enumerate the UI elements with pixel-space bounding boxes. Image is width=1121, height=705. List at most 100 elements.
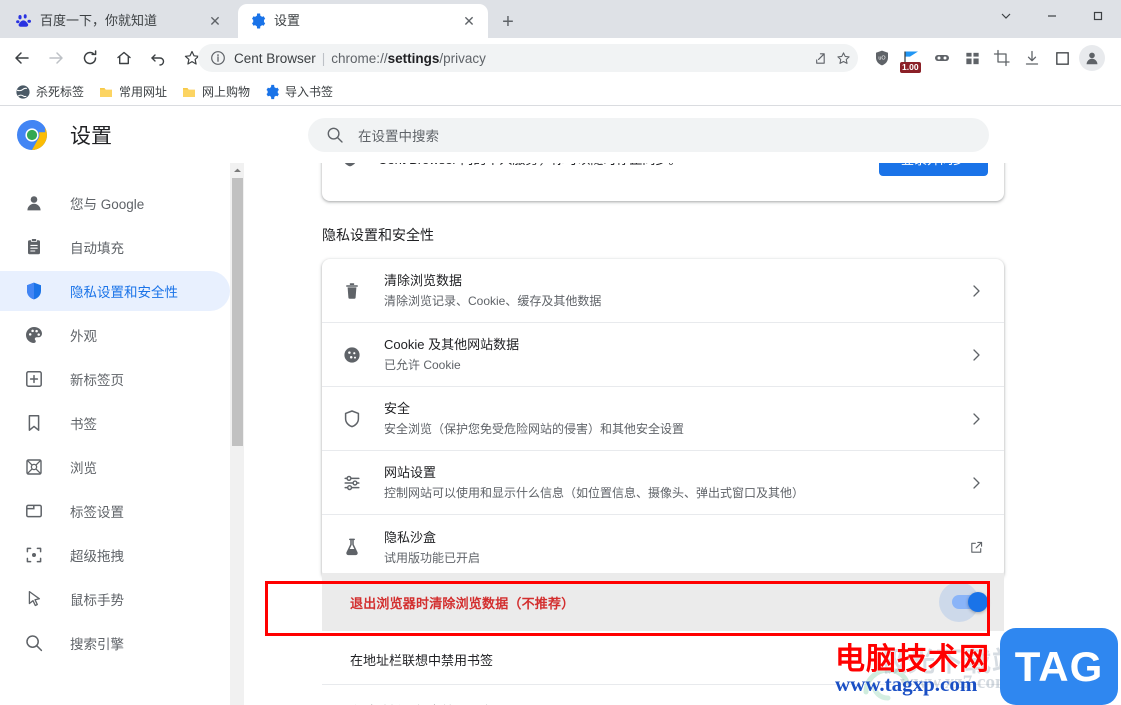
omnibox-brand: Cent Browser [234,50,316,66]
row-title: Cookie 及其他网站数据 [384,337,520,352]
row-subtitle: 清除浏览记录、Cookie、缓存及其他数据 [384,294,602,308]
window-controls [983,0,1121,38]
shield-icon [27,282,41,300]
row-subtitle: 试用版功能已开启 [384,550,481,565]
bookmark-label: 网上购物 [202,85,251,99]
clear-on-exit-toggle[interactable] [939,582,988,622]
browser-tab-settings[interactable]: 设置 ✕ [238,4,488,38]
row-text: 安全 安全浏览（保护您免受危险网站的侵害）和其他安全设置 [384,399,966,438]
bookmark-item-import[interactable]: 导入书签 [257,80,340,103]
undo-button[interactable] [144,44,172,72]
bookmark-folder-shopping[interactable]: 网上购物 [174,80,257,103]
mouse-cursor-icon [28,590,41,607]
row-title: 清除浏览数据 [384,273,463,288]
sidebar-item-appearance[interactable]: 外观 [0,315,230,355]
watermark-site-url: www.tagxp.com [835,672,978,696]
split-screen-icon[interactable] [1048,44,1076,72]
grid-icon[interactable] [958,44,986,72]
tab-close-icon[interactable]: ✕ [460,12,478,30]
shield-icon [344,163,356,167]
cookie-icon [344,346,360,363]
share-icon[interactable] [808,47,830,69]
sidebar-item-autofill[interactable]: 自动填充 [0,227,230,267]
sign-in-sync-button[interactable]: 登录并同步 [878,163,988,176]
avatar[interactable] [1079,45,1105,71]
profile-avatar[interactable] [1078,44,1106,72]
back-button[interactable] [8,44,36,72]
sidebar-item-new-tab-page[interactable]: 新标签页 [0,359,230,399]
omnibox-host: settings [387,50,440,66]
chrome-logo [17,120,47,150]
bookmark-item-kill-tab[interactable]: 杀死标签 [8,80,91,103]
reload-button[interactable] [76,44,104,72]
clipboard-icon [28,238,40,255]
bookmark-label: 导入书签 [285,85,334,99]
extension-badge: 1.00 [900,62,921,73]
bookmark-label: 常用网址 [119,85,168,99]
scrollbar-thumb[interactable] [232,178,243,446]
address-bar[interactable]: Cent Browser | chrome://settings/privacy [198,44,858,72]
new-tab-button[interactable]: + [495,9,521,35]
row-security[interactable]: 安全 安全浏览（保护您免受危险网站的侵害）和其他安全设置 [322,387,1004,451]
sidebar-item-label: 标签设置 [70,505,124,520]
baidu-icon [16,14,31,27]
browser-tab-baidu[interactable]: 百度一下，你就知道 ✕ [4,4,234,38]
glasses-icon[interactable] [928,44,956,72]
address-bar-text: Cent Browser | chrome://settings/privacy [234,51,486,66]
sidebar-item-browse[interactable]: 浏览 [0,447,230,487]
scroll-up-arrow-icon[interactable] [230,163,244,177]
search-placeholder: 在设置中搜索 [358,129,439,144]
maximize-icon[interactable] [1075,0,1121,32]
row-title: 在地址栏联想中禁用书签 [350,653,494,668]
new-tab-icon [26,371,42,387]
sidebar-item-tab-settings[interactable]: 标签设置 [0,491,230,531]
sidebar-item-super-drag[interactable]: 超级拖拽 [0,535,230,575]
row-privacy-sandbox[interactable]: 隐私沙盒 试用版功能已开启 [322,515,1004,579]
chevron-right-icon[interactable] [966,409,986,429]
chevron-right-icon[interactable] [966,345,986,365]
crop-icon[interactable] [988,44,1016,72]
sidebar-item-you-and-google[interactable]: 您与 Google [0,183,230,223]
download-icon[interactable] [1018,44,1046,72]
home-button[interactable] [110,44,138,72]
sidebar-item-bookmarks[interactable]: 书签 [0,403,230,443]
settings-content: Cent Browser 内的个人服务，你可以随时停止同步。 登录并同步 隐私设… [230,163,1121,705]
content-scrollbar[interactable] [230,163,244,705]
ublock-origin-icon[interactable]: uO [868,44,896,72]
sidebar-item-privacy-security[interactable]: 隐私设置和安全性 [0,271,230,311]
row-title: 在地址栏联想中禁用历史记录 [350,701,519,705]
settings-search-box[interactable]: 在设置中搜索 [308,118,989,152]
chevron-down-icon[interactable] [983,0,1029,32]
info-circle-icon[interactable] [210,50,226,66]
minimize-icon[interactable] [1029,0,1075,32]
sidebar-item-label: 搜索引擎 [70,637,124,652]
globe-icon [16,84,30,99]
settings-sidebar: 您与 Google 自动填充 隐私设置和安全性 外观 新标签页 书签 浏览 标签… [0,163,230,705]
sidebar-item-label: 鼠标手势 [70,593,124,608]
row-site-settings[interactable]: 网站设置 控制网站可以使用和显示什么信息（如位置信息、摄像头、弹出式窗口及其他） [322,451,1004,515]
toggle-knob [968,592,988,612]
forward-button[interactable] [42,44,70,72]
sidebar-item-mouse-gestures[interactable]: 鼠标手势 [0,579,230,619]
row-text: 隐私沙盒 试用版功能已开启 [384,528,966,567]
row-clear-browsing-data[interactable]: 清除浏览数据 清除浏览记录、Cookie、缓存及其他数据 [322,259,1004,323]
open-external-icon[interactable] [966,537,986,557]
folder-icon [183,87,196,97]
sync-card: Cent Browser 内的个人服务，你可以随时停止同步。 登录并同步 [322,163,1004,201]
chevron-right-icon[interactable] [966,473,986,493]
row-title: 安全 [384,401,411,416]
row-subtitle: 已允许 Cookie [384,358,461,372]
bookmark-label: 杀死标签 [36,85,85,99]
chevron-right-icon[interactable] [966,281,986,301]
row-text: Cookie 及其他网站数据 已允许 Cookie [384,335,966,374]
video-flag-icon[interactable]: 1.00 [898,44,926,73]
browse-icon [26,459,42,475]
bookmark-folder-common-sites[interactable]: 常用网址 [91,80,174,103]
sidebar-item-search-engine[interactable]: 搜索引擎 [0,623,230,663]
row-title: 隐私沙盒 [384,529,437,545]
row-cookies-site-data[interactable]: Cookie 及其他网站数据 已允许 Cookie [322,323,1004,387]
row-clear-on-exit[interactable]: 退出浏览器时清除浏览数据（不推荐） [322,573,1004,631]
star-icon[interactable] [832,47,854,69]
tab-close-icon[interactable]: ✕ [206,12,224,30]
person-icon [27,196,41,211]
